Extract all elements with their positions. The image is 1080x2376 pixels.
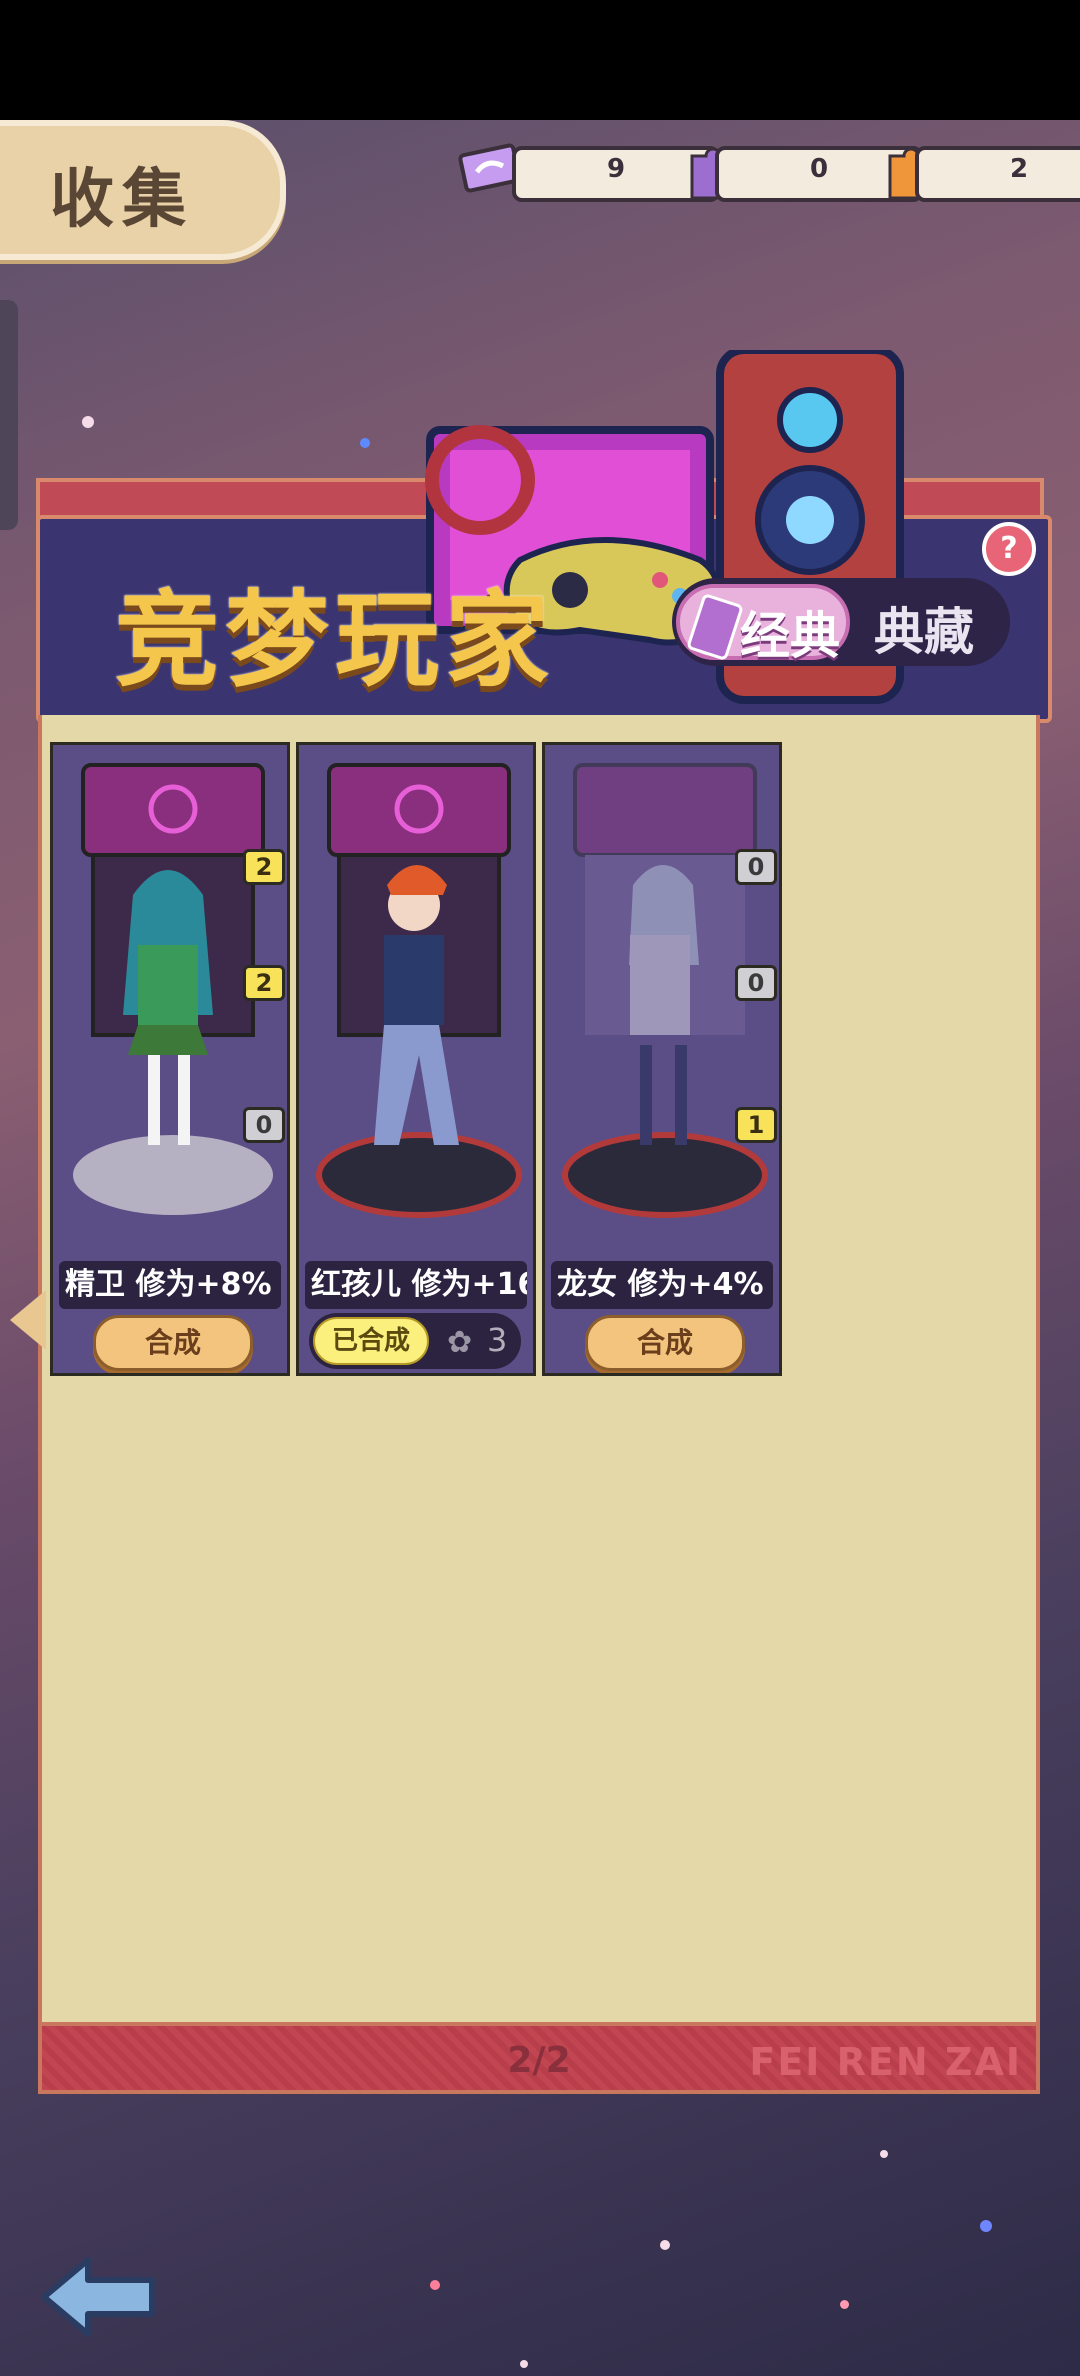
count-badge: 2 [243,849,285,885]
synthesize-button[interactable]: 合成 [585,1315,745,1371]
synthesized-status: 已合成 ✿ 3 [309,1313,521,1369]
help-button[interactable]: ? [982,522,1036,576]
collection-toggle[interactable]: 经典 典藏 [672,578,1010,666]
count-badge: 0 [735,965,777,1001]
count-badge: 0 [243,1107,285,1143]
count-badge: 2 [243,965,285,1001]
side-drawer-handle[interactable] [0,300,18,530]
character-name: 龙女 修为+4% [551,1261,773,1309]
panel-footer: 2/2 FEI REN ZAI [38,2022,1040,2094]
page-title: 收集 [50,163,194,237]
page-title-tab: 收集 [0,120,286,260]
piece-count: 3 [487,1321,508,1359]
character-card-longnv[interactable]: 0 0 1 龙女 修为+4% 合成 [542,742,782,1376]
tab-treasured[interactable]: 典藏 [874,592,974,664]
card-icon [686,592,744,662]
character-figure [316,763,522,1218]
prev-page-arrow[interactable] [10,1290,46,1350]
character-figure [73,763,273,1215]
banner-title: 竞梦玩家 [115,579,556,701]
character-figure [562,763,768,1218]
character-name: 精卫 修为+8% [59,1261,281,1309]
character-card-honghaier[interactable]: 红孩儿 修为+16% 已合成 ✿ 3 [296,742,536,1376]
count-badge: 1 [735,1107,777,1143]
count-badge: 0 [735,849,777,885]
watermark: FEI REN ZAI [749,2040,1022,2084]
character-card-jingwei[interactable]: 2 2 0 精卫 修为+8% 合成 [50,742,290,1376]
synthesize-button[interactable]: 合成 [93,1315,253,1371]
puzzle-icon: ✿ [447,1325,473,1360]
synthesized-label: 已合成 [313,1317,429,1365]
back-arrow-icon[interactable] [36,2252,162,2342]
status-bar [0,0,1080,120]
tab-classic[interactable]: 经典 [676,584,850,665]
orange-puzzle-counter: 2 [915,146,1080,202]
character-name: 红孩儿 修为+16% [305,1261,527,1309]
